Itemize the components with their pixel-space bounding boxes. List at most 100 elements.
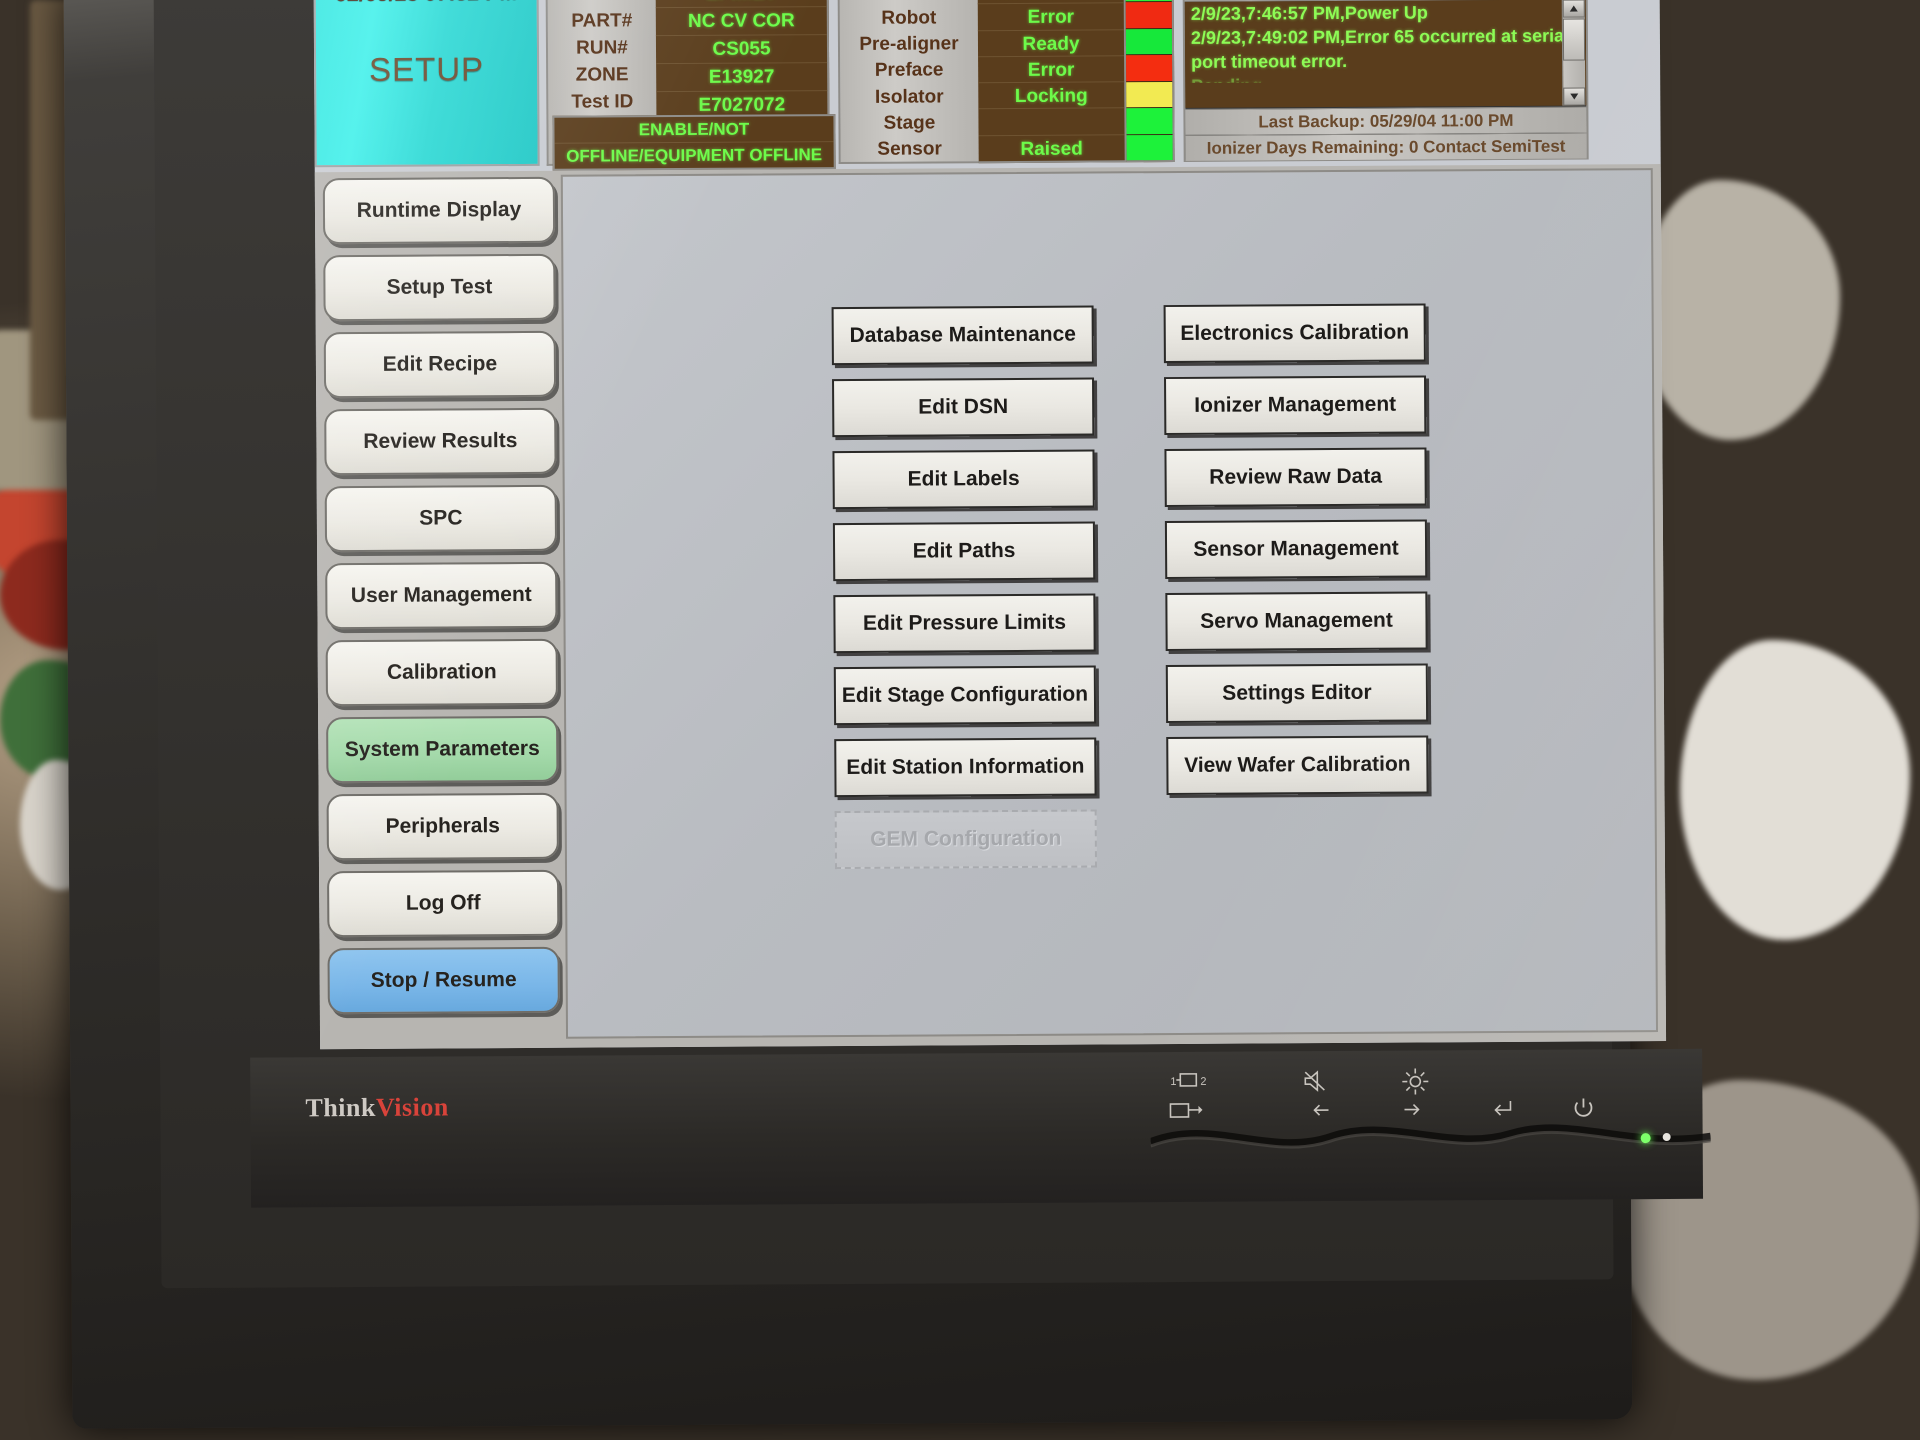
sidebar-item-peripherals[interactable]: Peripherals — [326, 792, 559, 861]
led-preface — [1126, 55, 1173, 82]
bezel-wave-decoration — [1150, 1124, 1711, 1149]
led-prealigner — [1125, 28, 1173, 56]
left-arrow-icon[interactable] — [1310, 1101, 1330, 1119]
enable-offline-status: ENABLE/NOT OFFLINE/EQUIPMENT OFFLINE — [552, 114, 836, 171]
sidebar-item-user-management[interactable]: User Management — [325, 561, 558, 630]
subsystem-value-sensor: Raised — [1020, 138, 1083, 160]
subsystem-labels: Cassette Robot Pre-aligner Preface Isola… — [837, 0, 979, 165]
servo-management-button[interactable]: Servo Management — [1165, 591, 1428, 652]
edit-paths-button[interactable]: Edit Paths — [832, 521, 1096, 582]
scroll-up-icon[interactable] — [1562, 0, 1585, 18]
event-log: 2/9/23,7:46:57 PM,Power Up 2/9/23,7:49:0… — [1184, 0, 1587, 108]
led-robot — [1125, 2, 1172, 30]
subsystem-label-isolator: Isolator — [874, 85, 944, 108]
view-wafer-calibration-button[interactable]: View Wafer Calibration — [1166, 735, 1429, 796]
job-value-part: NC CV COR — [655, 7, 827, 37]
secondary-led-indicator — [1662, 1132, 1671, 1142]
edit-station-information-button[interactable]: Edit Station Information — [834, 737, 1097, 798]
system-info-panel: Serial Number: E7 Software Version: 2.1.… — [1182, 0, 1589, 162]
log-scrollbar[interactable] — [1561, 0, 1586, 106]
job-value-run: CS055 — [655, 35, 828, 65]
led-isolator — [1126, 81, 1173, 109]
job-label-run: RUN# — [576, 37, 628, 59]
led-stage — [1126, 108, 1173, 135]
electronics-calibration-button[interactable]: Electronics Calibration — [1163, 303, 1426, 364]
application-screen: 02/09/23 07:52 PM SETUP User PART# RUN# … — [313, 0, 1667, 1050]
brightness-icon[interactable] — [1400, 1066, 1430, 1096]
left-button-column: Database Maintenance Edit DSN Edit Label… — [831, 305, 1098, 883]
subsystem-label-sensor: Sensor — [877, 138, 942, 160]
input-select-icon[interactable] — [1168, 1100, 1203, 1122]
subsystem-label-stage: Stage — [883, 112, 936, 134]
sidebar-item-stop-resume[interactable]: Stop / Resume — [327, 946, 560, 1015]
timestamp-label: 02/09/23 07:52 PM — [316, 0, 537, 7]
job-value-zone: E13927 — [656, 63, 828, 93]
sidebar-item-review-results[interactable]: Review Results — [324, 407, 557, 476]
subsystem-values: No Cassette Error Ready Error Locking Ra… — [977, 0, 1127, 164]
input-source-icon[interactable]: 1 2 — [1170, 1070, 1212, 1092]
subsystem-label-preface: Preface — [874, 59, 944, 82]
last-backup-bar: Last Backup: 05/29/04 11:00 PM — [1185, 106, 1587, 135]
power-led-indicator — [1640, 1133, 1651, 1144]
log-line-4: Pending... — [1185, 71, 1586, 83]
job-label-zone: ZONE — [575, 64, 629, 86]
scroll-down-icon[interactable] — [1563, 87, 1586, 106]
enable-status-line: ENABLE/NOT — [554, 116, 834, 144]
job-label-part: PART# — [571, 10, 633, 32]
right-arrow-icon[interactable] — [1402, 1100, 1422, 1118]
scrollbar-thumb[interactable] — [1562, 18, 1586, 61]
monitor-bezel: 02/09/23 07:52 PM SETUP User PART# RUN# … — [153, 0, 1711, 1289]
main-content-panel: Database Maintenance Edit DSN Edit Label… — [560, 168, 1659, 1039]
offline-status-line: OFFLINE/EQUIPMENT OFFLINE — [566, 145, 823, 166]
edit-labels-button[interactable]: Edit Labels — [832, 449, 1095, 510]
settings-editor-button[interactable]: Settings Editor — [1165, 663, 1429, 724]
sensor-management-button[interactable]: Sensor Management — [1164, 519, 1428, 580]
subsystem-value-robot: Error — [977, 3, 1124, 31]
edit-pressure-limits-button[interactable]: Edit Pressure Limits — [833, 593, 1096, 654]
subsystem-value-isolator: Locking — [978, 82, 1125, 110]
svg-text:2: 2 — [1200, 1076, 1206, 1088]
job-label-testid: Test ID — [571, 91, 634, 113]
thinkvision-logo: ThinkVision — [305, 1092, 448, 1123]
sidebar-item-setup-test[interactable]: Setup Test — [323, 253, 556, 322]
screen-body: Runtime Display Setup Test Edit Recipe R… — [314, 164, 1667, 1050]
edit-dsn-button[interactable]: Edit DSN — [832, 377, 1095, 438]
sidebar-item-system-parameters[interactable]: System Parameters — [326, 715, 559, 784]
navigation-sidebar: Runtime Display Setup Test Edit Recipe R… — [322, 176, 560, 1040]
subsystem-status-panel: Cassette Robot Pre-aligner Preface Isola… — [837, 0, 1175, 165]
right-button-column: Electronics Calibration Ionizer Manageme… — [1163, 303, 1429, 809]
review-raw-data-button[interactable]: Review Raw Data — [1164, 447, 1427, 508]
sidebar-item-log-off[interactable]: Log Off — [327, 869, 560, 938]
logo-think: Think — [305, 1092, 376, 1123]
led-sensor — [1126, 134, 1173, 161]
subsystem-label-robot: Robot — [881, 7, 937, 29]
sidebar-item-spc[interactable]: SPC — [324, 484, 558, 553]
ionizer-days-bar: Ionizer Days Remaining: 0 Contact SemiTe… — [1185, 132, 1587, 161]
sidebar-item-runtime-display[interactable]: Runtime Display — [322, 176, 556, 245]
thinkvision-monitor: 02/09/23 07:52 PM SETUP User PART# RUN# … — [63, 0, 1711, 1429]
database-maintenance-button[interactable]: Database Maintenance — [831, 305, 1094, 366]
ionizer-management-button[interactable]: Ionizer Management — [1164, 375, 1427, 436]
subsystem-value-prealigner: Ready — [977, 29, 1125, 58]
log-line-1: 2/9/23,7:46:57 PM,Power Up — [1190, 2, 1428, 24]
edit-stage-configuration-button[interactable]: Edit Stage Configuration — [833, 665, 1097, 726]
top-status-bar: 02/09/23 07:52 PM SETUP User PART# RUN# … — [313, 0, 1661, 172]
enter-icon[interactable] — [1490, 1098, 1512, 1118]
gem-configuration-button: GEM Configuration — [834, 809, 1098, 870]
mode-title: SETUP — [368, 50, 485, 88]
log-line-3: port timeout error. — [1191, 50, 1348, 72]
logo-vision: Vision — [375, 1092, 449, 1122]
desk-object-right-upper — [1640, 180, 1840, 440]
desk-object-right-lower — [1680, 640, 1910, 940]
monitor-bottom-bezel: ThinkVision 1 2 — [250, 1048, 1711, 1208]
mode-tile[interactable]: 02/09/23 07:52 PM SETUP — [313, 0, 540, 168]
svg-text:1: 1 — [1170, 1076, 1176, 1088]
subsystem-value-stage — [978, 108, 1125, 136]
log-line-2: 2/9/23,7:49:02 PM,Error 65 occurred at s… — [1190, 25, 1570, 48]
power-icon[interactable] — [1572, 1097, 1594, 1119]
subsystem-label-prealigner: Pre-aligner — [859, 33, 959, 56]
sidebar-item-edit-recipe[interactable]: Edit Recipe — [323, 330, 557, 399]
subsystem-value-preface: Error — [978, 56, 1125, 84]
mute-icon[interactable] — [1302, 1069, 1332, 1093]
sidebar-item-calibration[interactable]: Calibration — [325, 638, 558, 707]
